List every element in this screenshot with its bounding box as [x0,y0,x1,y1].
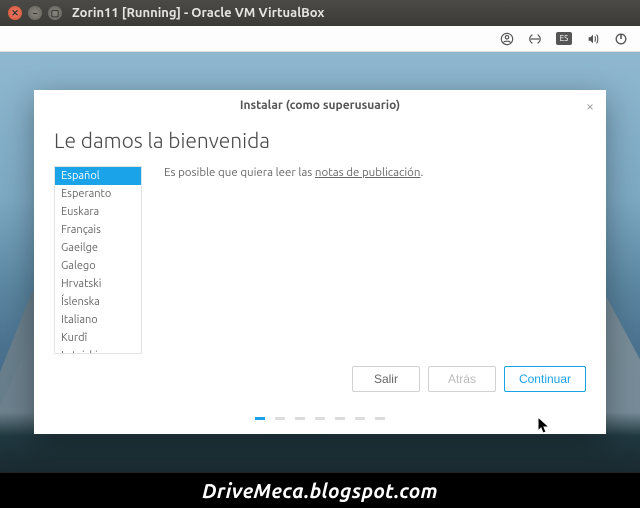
welcome-text: Es posible que quiera leer las notas de … [142,166,586,354]
language-option[interactable]: Español [55,167,141,185]
language-option[interactable]: Galego [55,257,141,275]
language-option[interactable]: Esperanto [55,185,141,203]
network-icon[interactable] [528,32,542,46]
language-option[interactable]: Gaeilge [55,239,141,257]
release-notes-link[interactable]: notas de publicación [315,166,421,179]
exit-button[interactable]: Salir [352,366,420,392]
watermark-caption: DriveMeca.blogspot.com [0,472,640,508]
power-icon[interactable] [614,32,628,46]
language-option[interactable]: Euskara [55,203,141,221]
step-dot [315,417,325,420]
sound-icon[interactable] [586,32,600,46]
step-indicator [34,417,606,420]
step-dot [295,417,305,420]
continue-button[interactable]: Continuar [504,366,586,392]
window-minimize-button[interactable]: − [28,6,42,20]
step-dot [275,417,285,420]
welcome-prefix: Es posible que quiera leer las [164,166,315,179]
page-heading: Le damos la bienvenida [34,116,606,166]
button-row: Salir Atrás Continuar [352,366,586,392]
back-button: Atrás [428,366,496,392]
language-list[interactable]: EspañolEsperantoEuskaraFrançaisGaeilgeGa… [54,166,142,354]
close-icon[interactable]: × [586,98,594,114]
window-titlebar: ✕ − ▢ Zorin11 [Running] - Oracle VM Virt… [0,0,640,26]
window-title: Zorin11 [Running] - Oracle VM VirtualBox [72,6,324,20]
vm-status-toolbar: ES [0,26,640,52]
installer-window: Instalar (como superusuario) × Le damos … [34,90,606,434]
language-option[interactable]: Latviski [55,347,141,354]
language-option[interactable]: Íslenska [55,293,141,311]
window-maximize-button[interactable]: ▢ [48,6,62,20]
step-dot [255,417,265,420]
language-option[interactable]: Kurdî [55,329,141,347]
step-dot [375,417,385,420]
language-option[interactable]: Hrvatski [55,275,141,293]
user-icon[interactable] [500,32,514,46]
installer-title: Instalar (como superusuario) [34,90,606,116]
desktop-background: Instalar (como superusuario) × Le damos … [0,52,640,472]
window-controls: ✕ − ▢ [8,6,62,20]
language-option[interactable]: Français [55,221,141,239]
language-option[interactable]: Italiano [55,311,141,329]
step-dot [335,417,345,420]
window-close-button[interactable]: ✕ [8,6,22,20]
step-dot [355,417,365,420]
welcome-suffix: . [420,166,423,179]
keyboard-icon[interactable]: ES [556,32,572,45]
